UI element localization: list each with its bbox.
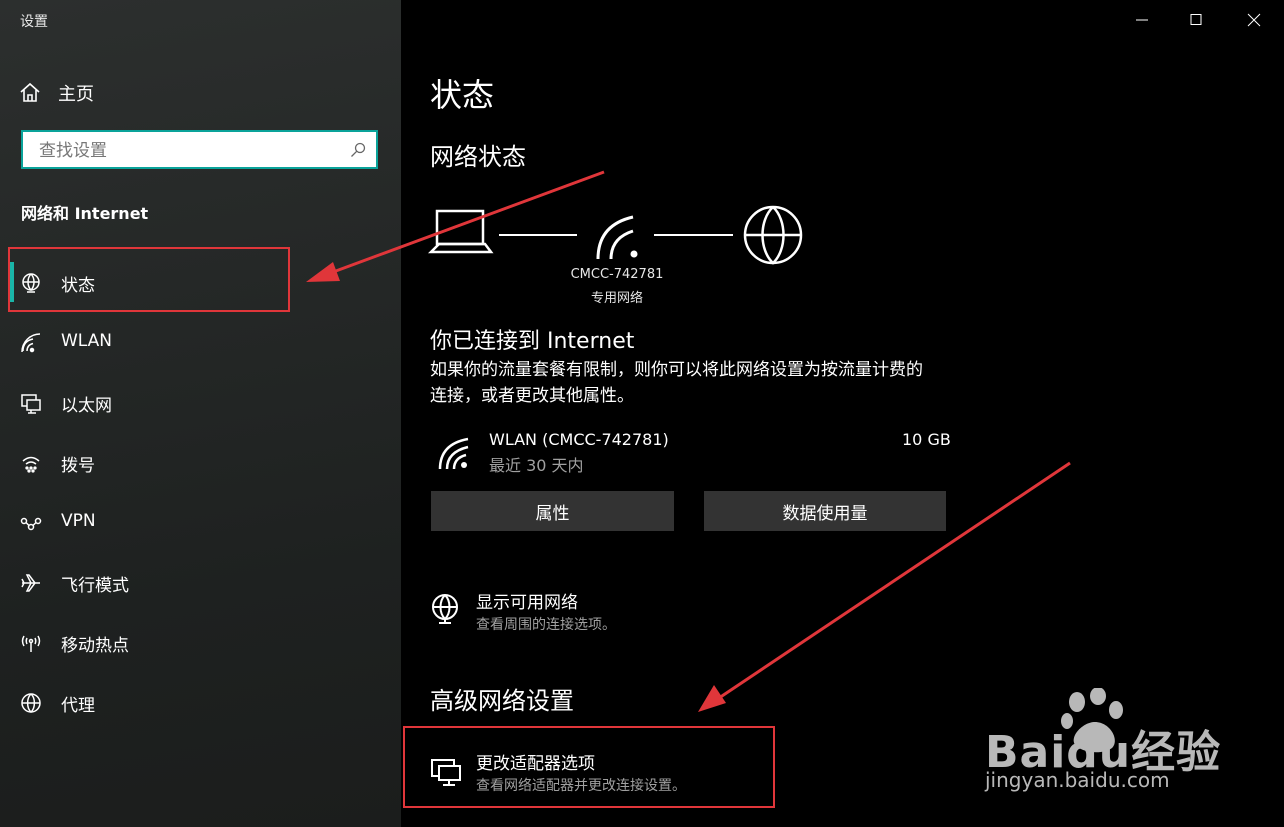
baidu-watermark: Baidu经验 jingyan.baidu.com bbox=[985, 688, 1225, 800]
annotation-arrowhead-bottom bbox=[698, 685, 726, 712]
watermark-url: jingyan.baidu.com bbox=[985, 768, 1170, 792]
annotation-arrowhead-left bbox=[306, 262, 340, 282]
